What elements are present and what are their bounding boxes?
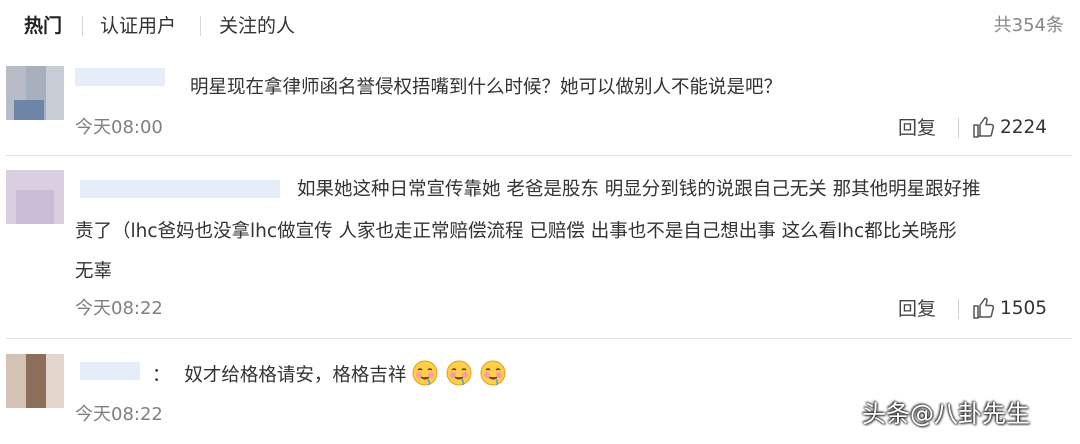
drooling-face-emoji-icon xyxy=(480,360,506,386)
thumbs-up-icon xyxy=(973,116,995,138)
tab-hot[interactable]: 热门 xyxy=(24,12,62,40)
comment-total-count: 共354条 xyxy=(993,15,1064,36)
avatar[interactable] xyxy=(6,170,64,224)
comment-text: ： 奴才给格格请安，格格吉祥 xyxy=(152,358,514,393)
comment-divider xyxy=(6,338,1072,339)
comment-time: 今天08:00 xyxy=(75,117,163,138)
thumbs-up-icon xyxy=(973,297,995,319)
username[interactable] xyxy=(80,362,140,380)
comment-divider xyxy=(6,155,1072,156)
comment-body: 奴才给格格请安，格格吉祥 xyxy=(184,365,407,386)
drooling-face-emoji-icon xyxy=(412,360,438,386)
comment-time: 今天08:22 xyxy=(75,404,163,425)
action-divider xyxy=(958,299,959,319)
comment-text-line: 责了（lhc爸妈也没拿lhc做宣传 人家也走正常赔偿流程 已赔偿 出事也不是自己… xyxy=(75,221,957,242)
watermark: 头条@八卦先生 xyxy=(862,400,1030,428)
avatar[interactable] xyxy=(6,354,64,408)
drooling-face-emoji-icon xyxy=(446,360,472,386)
tab-following[interactable]: 关注的人 xyxy=(219,12,295,40)
comment-prefix: ： xyxy=(152,365,171,386)
username[interactable] xyxy=(80,180,280,198)
tab-divider xyxy=(82,16,83,36)
tab-verified-users[interactable]: 认证用户 xyxy=(100,12,176,40)
like-count: 1505 xyxy=(1000,298,1048,319)
tab-divider xyxy=(200,16,201,36)
comment-filter-tabs: 热门 认证用户 关注的人 共354条 xyxy=(0,0,1080,52)
comment-text: 明星现在拿律师函名誉侵权捂嘴到什么时候？她可以做别人不能说是吧？ xyxy=(190,77,783,98)
comment-time: 今天08:22 xyxy=(75,298,163,319)
comment-text-line: 无辜 xyxy=(75,261,113,282)
like-count: 2224 xyxy=(1000,117,1048,138)
reply-button[interactable]: 回复 xyxy=(898,115,936,141)
reply-button[interactable]: 回复 xyxy=(898,296,936,322)
username[interactable] xyxy=(75,68,165,86)
action-divider xyxy=(958,118,959,138)
comment-text-line: 如果她这种日常宣传靠她 老爸是股东 明显分到钱的说跟自己无关 那其他明星跟好推 xyxy=(297,179,981,200)
avatar[interactable] xyxy=(6,66,64,120)
